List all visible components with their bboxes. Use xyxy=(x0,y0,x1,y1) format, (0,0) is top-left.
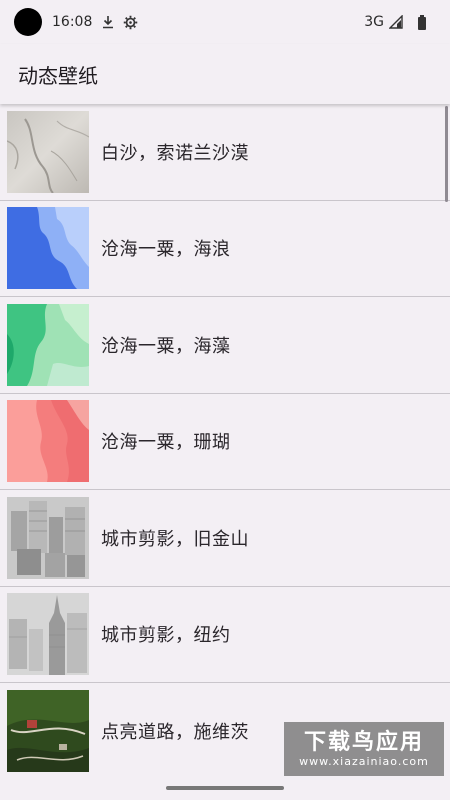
camera-cutout xyxy=(14,8,42,36)
home-indicator[interactable] xyxy=(166,786,284,790)
watermark-title: 下载鸟应用 xyxy=(303,729,424,755)
list-item[interactable]: 沧海一粟，海浪 xyxy=(0,201,450,297)
wallpaper-thumbnail xyxy=(7,689,89,772)
list-item[interactable]: 白沙，索诺兰沙漠 xyxy=(0,104,450,201)
wallpaper-thumbnail xyxy=(7,496,89,579)
wallpaper-thumbnail xyxy=(7,110,89,193)
wallpaper-thumbnail xyxy=(7,303,89,386)
wallpaper-thumbnail xyxy=(7,400,89,483)
wallpaper-label: 沧海一粟，海藻 xyxy=(101,335,231,357)
download-icon xyxy=(100,14,116,30)
wallpaper-label: 沧海一粟，珊瑚 xyxy=(101,432,231,454)
list-item[interactable]: 沧海一粟，海藻 xyxy=(0,297,450,394)
wallpaper-label: 点亮道路，施维茨 xyxy=(101,721,249,743)
nav-bar xyxy=(0,776,450,800)
app-bar: 动态壁纸 xyxy=(0,44,450,104)
status-time: 16:08 xyxy=(52,14,93,30)
list-item[interactable]: 城市剪影，旧金山 xyxy=(0,490,450,587)
wallpaper-label: 沧海一粟，海浪 xyxy=(101,239,231,261)
watermark-url: www.xiazainiao.com xyxy=(299,754,429,768)
list-item[interactable]: 城市剪影，纽约 xyxy=(0,587,450,683)
wallpaper-label: 白沙，索诺兰沙漠 xyxy=(101,142,249,164)
battery-icon xyxy=(414,14,430,30)
network-type: 3G xyxy=(364,14,384,30)
settings-icon xyxy=(122,14,138,30)
scrollbar[interactable] xyxy=(445,106,448,202)
status-right: 3G xyxy=(364,14,436,30)
page-title: 动态壁纸 xyxy=(18,63,98,88)
wallpaper-thumbnail xyxy=(7,207,89,290)
wallpaper-label: 城市剪影，旧金山 xyxy=(101,528,249,550)
wallpaper-list[interactable]: 白沙，索诺兰沙漠 沧海一粟，海浪 沧海一粟，海藻 沧海一粟，珊瑚 城市剪影，旧金… xyxy=(0,104,450,776)
wallpaper-label: 城市剪影，纽约 xyxy=(101,625,231,647)
watermark: 下载鸟应用 www.xiazainiao.com xyxy=(284,722,444,776)
status-bar: 16:08 3G xyxy=(0,0,450,44)
wallpaper-thumbnail xyxy=(7,593,89,676)
signal-icon xyxy=(388,14,404,30)
list-item[interactable]: 沧海一粟，珊瑚 xyxy=(0,394,450,490)
